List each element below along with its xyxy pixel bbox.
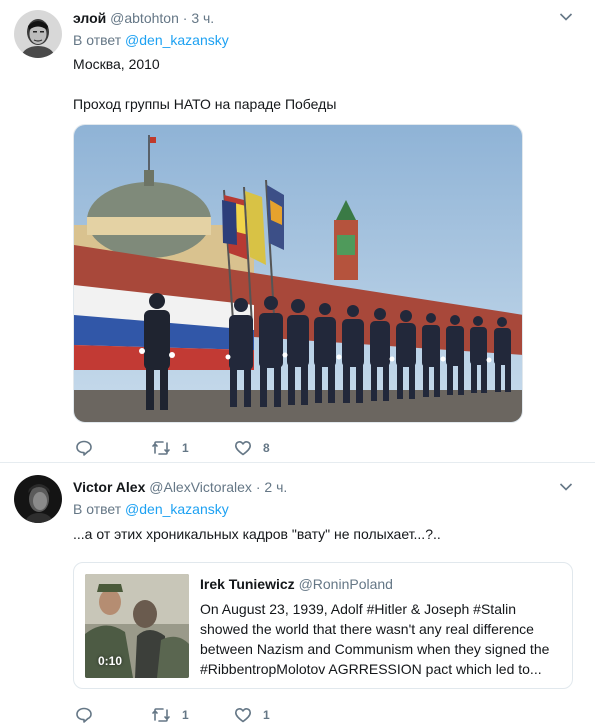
quoted-text-line: On August 23, 1939, Adolf #Hitler & Jose…: [200, 601, 516, 617]
like-count: 8: [263, 441, 270, 455]
reply-prefix: В ответ: [73, 32, 122, 48]
tweet-text-line: Москва, 2010: [73, 56, 160, 72]
tweet[interactable]: Victor Alex @AlexVictoralex · 2 ч. В отв…: [0, 464, 595, 727]
tweet-text-line: ...а от этих хроникальных кадров "вату" …: [73, 526, 441, 542]
heart-icon: [235, 441, 251, 456]
tweet-text-line: Проход группы НАТО на параде Победы: [73, 96, 337, 112]
reply-mention-link[interactable]: @den_kazansky: [125, 32, 229, 48]
user-handle[interactable]: @abtohton: [110, 10, 179, 26]
timestamp[interactable]: 2 ч.: [264, 479, 287, 495]
like-button[interactable]: 8: [234, 438, 270, 458]
quoted-tweet-header: Irek Tuniewicz @RoninPoland: [200, 576, 393, 592]
retweet-icon: [152, 441, 170, 455]
tweet[interactable]: элой @abtohton · 3 ч. В ответ @den_kazan…: [0, 0, 595, 463]
reply-context: В ответ @den_kazansky: [73, 32, 229, 48]
timestamp[interactable]: 3 ч.: [191, 10, 214, 26]
reply-icon: [76, 707, 92, 723]
avatar[interactable]: [14, 10, 62, 58]
display-name[interactable]: Victor Alex: [73, 479, 145, 495]
quoted-text-line: between Nazism and Communism when they s…: [200, 641, 550, 657]
quoted-text-line: #RibbentropMolotov AGRRESSION pact which…: [200, 661, 542, 677]
reply-button[interactable]: [75, 705, 104, 725]
reply-icon: [76, 440, 92, 456]
tweet-actions: 1 8: [73, 438, 373, 458]
reply-prefix: В ответ: [73, 501, 122, 517]
like-button[interactable]: 1: [234, 705, 270, 725]
like-count: 1: [263, 708, 270, 722]
reply-context: В ответ @den_kazansky: [73, 501, 229, 517]
chevron-down-icon[interactable]: [559, 12, 573, 22]
quoted-tweet-text: On August 23, 1939, Adolf #Hitler & Jose…: [200, 599, 562, 679]
quoted-tweet-card[interactable]: 0:10 Irek Tuniewicz @RoninPoland On Augu…: [73, 562, 573, 689]
retweet-button[interactable]: 1: [151, 438, 189, 458]
quoted-video-thumbnail[interactable]: 0:10: [85, 574, 189, 678]
tweet-header: элой @abtohton · 3 ч.: [73, 9, 214, 27]
tweet-actions: 1 1: [73, 705, 373, 725]
video-duration: 0:10: [98, 654, 123, 668]
quoted-user-handle: @RoninPoland: [298, 576, 393, 592]
tweet-photo[interactable]: [73, 124, 523, 423]
reply-mention-link[interactable]: @den_kazansky: [125, 501, 229, 517]
quoted-text-line: showed the world that there wasn't any r…: [200, 621, 534, 637]
separator-dot: ·: [255, 479, 261, 495]
heart-icon: [235, 708, 251, 723]
chevron-down-icon[interactable]: [559, 482, 573, 492]
retweet-count: 1: [182, 708, 189, 722]
retweet-button[interactable]: 1: [151, 705, 189, 725]
quoted-display-name: Irek Tuniewicz: [200, 576, 295, 592]
avatar[interactable]: [14, 475, 62, 523]
tweet-header: Victor Alex @AlexVictoralex · 2 ч.: [73, 478, 287, 496]
retweet-count: 1: [182, 441, 189, 455]
user-handle[interactable]: @AlexVictoralex: [149, 479, 252, 495]
reply-button[interactable]: [75, 438, 104, 458]
retweet-icon: [152, 708, 170, 722]
display-name[interactable]: элой: [73, 10, 106, 26]
separator-dot: ·: [182, 10, 188, 26]
